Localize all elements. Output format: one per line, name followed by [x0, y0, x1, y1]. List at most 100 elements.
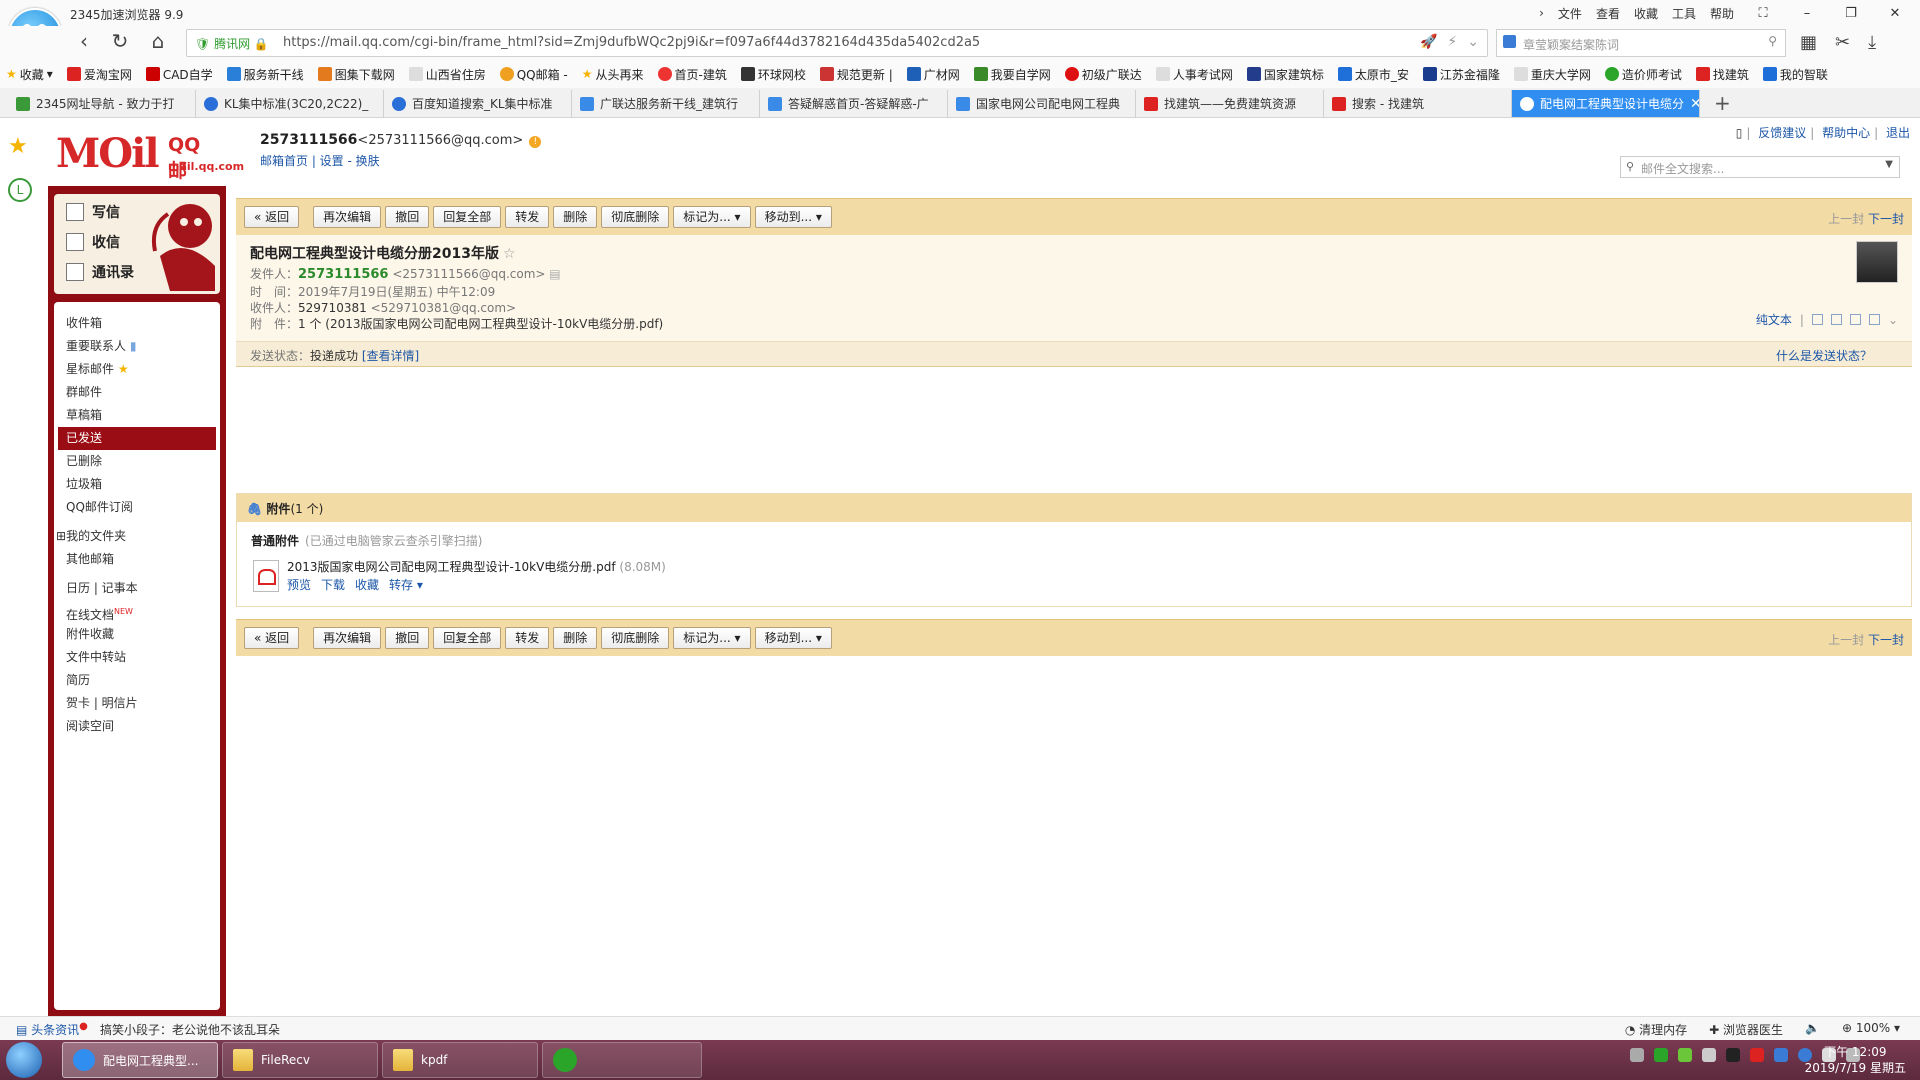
- tab-item[interactable]: 国家电网公司配电网工程典: [948, 90, 1136, 117]
- wechat-icon[interactable]: [1702, 1048, 1716, 1062]
- move-to-dropdown[interactable]: 移动到... ▾: [754, 206, 832, 228]
- mark-as-dropdown[interactable]: 标记为... ▾: [673, 206, 751, 228]
- skin-icon[interactable]: ⛶: [1748, 6, 1778, 21]
- menu-view[interactable]: 查看: [1596, 5, 1620, 22]
- reedit-button[interactable]: 再次编辑: [313, 627, 382, 649]
- receive-button[interactable]: 收信: [66, 232, 120, 252]
- plain-text-link[interactable]: 纯文本: [1756, 311, 1792, 328]
- tool-attachment-favorites[interactable]: 附件收藏: [54, 623, 220, 646]
- new-window-icon[interactable]: [1811, 314, 1823, 325]
- taskbar-clock[interactable]: 下午 12:09 2019/7/19 星期五: [1805, 1044, 1906, 1076]
- download-link[interactable]: 下载: [321, 576, 345, 593]
- scissors-icon[interactable]: ✂: [1835, 32, 1850, 53]
- prev-mail-link[interactable]: 上一封: [1828, 212, 1864, 226]
- close-tab-icon[interactable]: ✕: [1690, 96, 1699, 112]
- bookmark-item[interactable]: ★ 从头再来: [582, 66, 644, 83]
- phone-icon[interactable]: ▯: [1736, 126, 1743, 140]
- delete-button[interactable]: 删除: [553, 627, 598, 649]
- rocket-icon[interactable]: 🚀: [1420, 34, 1437, 50]
- tab-item[interactable]: 找建筑——免费建筑资源: [1136, 90, 1324, 117]
- speaker-icon[interactable]: 🔈: [1805, 1021, 1820, 1038]
- folder-spam[interactable]: 垃圾箱: [54, 473, 220, 496]
- sender-name[interactable]: 2573111566: [298, 267, 388, 282]
- news-link[interactable]: ▤ 头条资讯●: [16, 1021, 88, 1038]
- news-ticker[interactable]: 搞笑小段子：老公说他不该乱耳朵: [100, 1021, 280, 1038]
- forward-button[interactable]: 转发: [505, 206, 550, 228]
- save-to-dropdown[interactable]: 转存 ▾: [389, 576, 423, 593]
- taskbar-app[interactable]: [542, 1042, 702, 1078]
- folder-deleted[interactable]: 已删除: [54, 450, 220, 473]
- warning-icon[interactable]: !: [529, 136, 542, 148]
- bookmark-item[interactable]: 江苏金福隆: [1422, 66, 1500, 83]
- new-tab-icon[interactable]: +: [1714, 91, 1731, 115]
- tab-item[interactable]: 2345网址导航 - 致力于打: [8, 90, 196, 117]
- tool-online-docs[interactable]: 在线文档NEW: [54, 600, 220, 623]
- folder-group[interactable]: 群邮件: [54, 381, 220, 404]
- tab-item[interactable]: 答疑解惑首页-答疑解惑-广: [760, 90, 948, 117]
- address-bar[interactable]: 🛡 腾讯网 🔒 https://mail.qq.com/cgi-bin/fram…: [186, 29, 1488, 57]
- menu-help[interactable]: 帮助: [1710, 5, 1734, 22]
- chevron-down-icon[interactable]: ▼: [1885, 159, 1893, 170]
- bookmark-item[interactable]: 太原市_安: [1337, 66, 1409, 83]
- star-icon[interactable]: ☆: [503, 246, 516, 262]
- attachment-filename[interactable]: 2013版国家电网公司配电网工程典型设计-10kV电缆分册.pdf (8.08M…: [287, 558, 666, 575]
- tool-reading-space[interactable]: 阅读空间: [54, 715, 220, 738]
- back-button[interactable]: « 返回: [244, 627, 300, 649]
- tool-file-transfer[interactable]: 文件中转站: [54, 646, 220, 669]
- maximize-button[interactable]: ❐: [1836, 6, 1866, 21]
- favorites-star-icon[interactable]: ★: [8, 134, 28, 159]
- bookmark-item[interactable]: 我要自学网: [973, 66, 1051, 83]
- back-icon[interactable]: ‹: [72, 30, 96, 54]
- minimize-button[interactable]: –: [1792, 6, 1822, 21]
- bookmark-item[interactable]: 规范更新 |: [819, 66, 893, 83]
- zoom-level[interactable]: ⊕ 100% ▾: [1842, 1021, 1900, 1038]
- bookmark-item[interactable]: CAD自学: [145, 66, 213, 83]
- tool-resume[interactable]: 简历: [54, 669, 220, 692]
- keyboard-icon[interactable]: [1630, 1048, 1644, 1062]
- folder-sent[interactable]: 已发送: [58, 427, 216, 450]
- account-links[interactable]: 邮箱首页 | 设置 - 换肤: [260, 152, 380, 169]
- browser-doctor-button[interactable]: ✚ 浏览器医生: [1709, 1021, 1783, 1038]
- web-search-input[interactable]: 章莹颖案结案陈词 ⚲: [1496, 29, 1786, 57]
- lightning-icon[interactable]: ⚡: [1447, 34, 1457, 50]
- logout-link[interactable]: 退出: [1886, 126, 1910, 140]
- start-button[interactable]: [6, 1042, 42, 1078]
- compose-button[interactable]: 写信: [66, 202, 120, 222]
- tray-app-icon[interactable]: [1750, 1048, 1764, 1062]
- bookmark-item[interactable]: 图集下载网: [317, 66, 395, 83]
- delete-permanently-button[interactable]: 彻底删除: [601, 206, 670, 228]
- tab-active[interactable]: 配电网工程典型设计电缆分✕: [1512, 90, 1700, 117]
- avatar[interactable]: [1856, 241, 1898, 283]
- close-button[interactable]: ✕: [1880, 6, 1910, 21]
- reedit-button[interactable]: 再次编辑: [313, 206, 382, 228]
- reply-all-button[interactable]: 回复全部: [433, 206, 502, 228]
- folder-subscriptions[interactable]: QQ邮件订阅: [54, 496, 220, 519]
- folder-drafts[interactable]: 草稿箱: [54, 404, 220, 427]
- chevron-down-icon[interactable]: ⌄: [1888, 313, 1898, 327]
- mobile-icon[interactable]: [1830, 314, 1842, 325]
- chevron-down-icon[interactable]: ⌄: [1467, 34, 1479, 50]
- preview-link[interactable]: 预览: [287, 576, 311, 593]
- bookmark-item[interactable]: QQ邮箱 -: [499, 66, 568, 83]
- download-icon[interactable]: ⤓: [1868, 32, 1876, 53]
- mail-search-input[interactable]: ⚲ 邮件全文搜索... ▼: [1620, 156, 1900, 178]
- tray-app-icon[interactable]: [1726, 1048, 1740, 1062]
- bookmark-item[interactable]: 服务新干线: [226, 66, 304, 83]
- url-text[interactable]: https://mail.qq.com/cgi-bin/frame_html?s…: [283, 35, 980, 50]
- delete-permanently-button[interactable]: 彻底删除: [601, 627, 670, 649]
- view-details-link[interactable]: [查看详情]: [362, 349, 419, 363]
- refresh-icon[interactable]: ↻: [108, 30, 132, 54]
- home-icon[interactable]: ⌂: [146, 30, 170, 54]
- folder-starred[interactable]: 星标邮件 ★: [54, 358, 220, 381]
- prev-mail-link[interactable]: 上一封: [1828, 633, 1864, 647]
- next-mail-link[interactable]: 下一封: [1868, 212, 1904, 226]
- folder-other-mailboxes[interactable]: 其他邮箱: [54, 548, 220, 571]
- security-icon[interactable]: [1678, 1048, 1692, 1062]
- pdf-file-icon[interactable]: [253, 560, 279, 592]
- forward-button[interactable]: 转发: [505, 627, 550, 649]
- contact-card-icon[interactable]: ▤: [549, 267, 560, 281]
- bookmark-item[interactable]: 环球网校: [740, 66, 806, 83]
- delete-button[interactable]: 删除: [553, 206, 598, 228]
- menu-tools[interactable]: 工具: [1672, 5, 1696, 22]
- menu-arrow-icon[interactable]: ›: [1539, 6, 1544, 20]
